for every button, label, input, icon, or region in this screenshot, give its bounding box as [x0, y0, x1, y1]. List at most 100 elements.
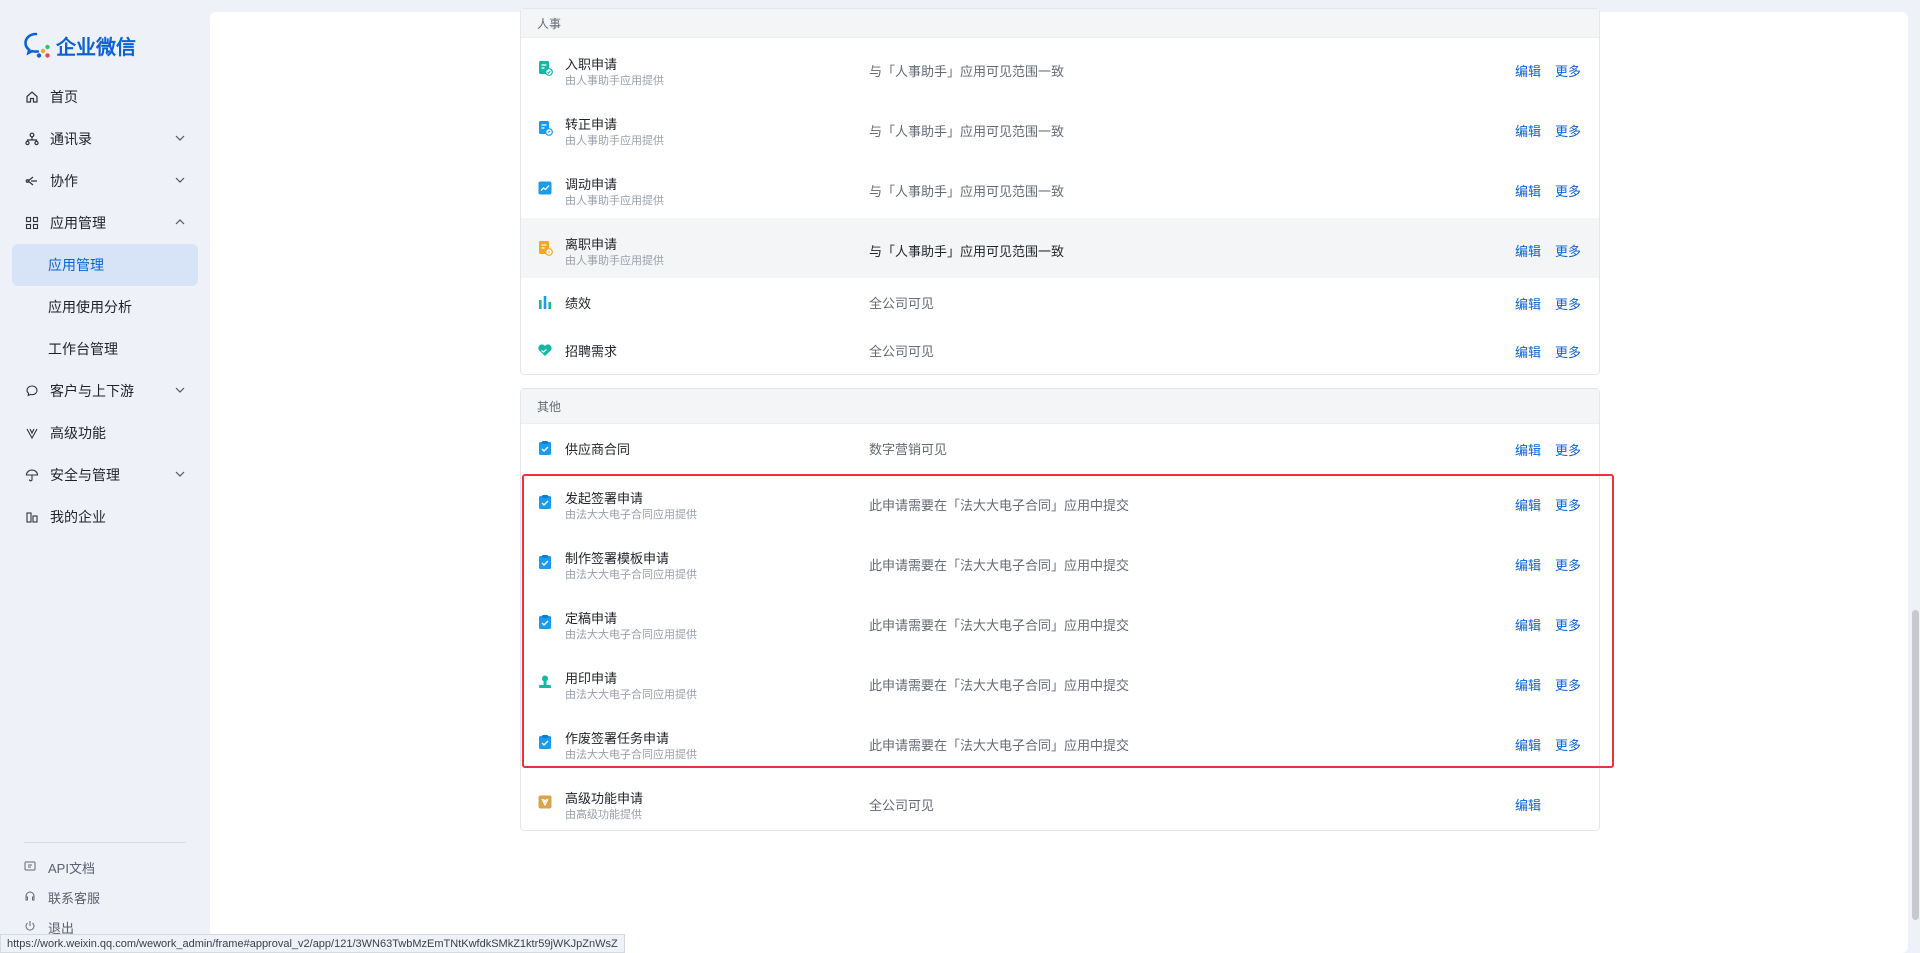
approval-scope: 全公司可见 — [869, 344, 935, 359]
edit-link[interactable]: 编辑 — [1515, 181, 1541, 200]
edit-link[interactable]: 编辑 — [1515, 121, 1541, 140]
approval-name: 发起签署申请 — [565, 491, 644, 506]
sidebar-item-customers[interactable]: 客户与上下游 — [12, 370, 198, 412]
status-url: https://work.weixin.qq.com/wework_admin/… — [0, 934, 625, 953]
clipboard-check-icon — [537, 614, 553, 630]
approval-row: 入职申请 由人事助手应用提供 与「人事助手」应用可见范围一致 编辑 更多 — [521, 38, 1599, 98]
approval-name: 作废签署任务申请 — [565, 731, 670, 746]
sidebar-divider — [24, 842, 186, 843]
sidebar-item-app-management[interactable]: 应用管理 — [12, 244, 198, 286]
approval-row: 发起签署申请 由法大大电子合同应用提供 此申请需要在「法大大电子合同」应用中提交… — [521, 472, 1599, 532]
approval-row: 作废签署任务申请 由法大大电子合同应用提供 此申请需要在「法大大电子合同」应用中… — [521, 712, 1599, 772]
approval-row: 转正申请 由人事助手应用提供 与「人事助手」应用可见范围一致 编辑 更多 — [521, 98, 1599, 158]
approval-provider: 由人事助手应用提供 — [565, 195, 664, 207]
sidebar-item-app-analytics[interactable]: 应用使用分析 — [12, 286, 198, 328]
resign-doc-icon — [537, 240, 553, 256]
edit-link[interactable]: 编辑 — [1515, 342, 1541, 361]
approval-name: 供应商合同 — [565, 442, 631, 457]
approval-scope: 与「人事助手」应用可见范围一致 — [869, 184, 1065, 199]
approval-name: 绩效 — [565, 296, 592, 311]
approval-row: 离职申请 由人事助手应用提供 与「人事助手」应用可见范围一致 编辑 更多 — [521, 218, 1599, 278]
sidebar-item-label: 通讯录 — [50, 131, 92, 147]
onboard-doc-icon — [537, 60, 553, 76]
more-link[interactable]: 更多 — [1555, 181, 1581, 200]
approval-row: 调动申请 由人事助手应用提供 与「人事助手」应用可见范围一致 编辑 更多 — [521, 158, 1599, 218]
approval-row: 高级功能申请 由高级功能提供 全公司可见 编辑 — [521, 772, 1599, 830]
more-link[interactable]: 更多 — [1555, 675, 1581, 694]
sidebar-item-contacts[interactable]: 通讯录 — [12, 118, 198, 160]
more-link[interactable]: 更多 — [1555, 294, 1581, 313]
approval-row: 用印申请 由法大大电子合同应用提供 此申请需要在「法大大电子合同」应用中提交 编… — [521, 652, 1599, 712]
sidebar-item-label: 应用管理 — [50, 215, 106, 231]
sidebar-item-security[interactable]: 安全与管理 — [12, 454, 198, 496]
more-link[interactable]: 更多 — [1555, 61, 1581, 80]
more-link[interactable]: 更多 — [1555, 440, 1581, 459]
chevron-down-icon — [175, 471, 185, 477]
approval-name: 转正申请 — [565, 117, 618, 132]
sidebar-item-home[interactable]: 首页 — [12, 76, 198, 118]
company-icon — [24, 509, 40, 525]
advanced-icon — [24, 425, 40, 441]
sidebar-item-collab[interactable]: 协作 — [12, 160, 198, 202]
chevron-down-icon — [175, 387, 185, 393]
edit-link[interactable]: 编辑 — [1515, 615, 1541, 634]
approval-scope: 全公司可见 — [869, 296, 935, 311]
regular-doc-icon — [537, 120, 553, 136]
approval-row: 制作签署模板申请 由法大大电子合同应用提供 此申请需要在「法大大电子合同」应用中… — [521, 532, 1599, 592]
home-icon — [24, 89, 40, 105]
clipboard-check-icon — [537, 494, 553, 510]
sidebar-item-workbench[interactable]: 工作台管理 — [12, 328, 198, 370]
edit-link[interactable]: 编辑 — [1515, 555, 1541, 574]
more-link[interactable]: 更多 — [1555, 121, 1581, 140]
approval-row: 供应商合同 数字营销可见 编辑 更多 — [521, 424, 1599, 472]
approval-provider: 由人事助手应用提供 — [565, 75, 664, 87]
vertical-scrollbar[interactable] — [1912, 610, 1919, 920]
sidebar-item-my-company[interactable]: 我的企业 — [12, 496, 198, 538]
sidebar-item-advanced[interactable]: 高级功能 — [12, 412, 198, 454]
edit-link[interactable]: 编辑 — [1515, 241, 1541, 260]
edit-link[interactable]: 编辑 — [1515, 440, 1541, 459]
api-docs-link[interactable]: API文档 — [12, 852, 198, 882]
more-link[interactable]: 更多 — [1555, 241, 1581, 260]
edit-link[interactable]: 编辑 — [1515, 294, 1541, 313]
contact-support-link[interactable]: 联系客服 — [12, 882, 198, 912]
approval-scope: 全公司可见 — [869, 798, 935, 813]
sidebar-item-label: 安全与管理 — [50, 467, 120, 483]
umbrella-icon — [24, 467, 40, 483]
more-link[interactable]: 更多 — [1555, 555, 1581, 574]
more-link[interactable]: 更多 — [1555, 615, 1581, 634]
edit-link[interactable]: 编辑 — [1515, 675, 1541, 694]
chat-icon — [24, 383, 40, 399]
app-logo[interactable]: 企业微信 — [22, 30, 136, 60]
section-hr: 人事 入职申请 由人事助手应用提供 与「人事助手」应用可见范围一致 编辑 更多 … — [520, 8, 1600, 375]
sidebar-item-apps[interactable]: 应用管理 — [12, 202, 198, 244]
approval-name: 制作签署模板申请 — [565, 551, 670, 566]
edit-link[interactable]: 编辑 — [1515, 795, 1541, 814]
sidebar-item-label: 协作 — [50, 173, 78, 189]
clipboard-check-icon — [537, 734, 553, 750]
approval-row: 招聘需求 全公司可见 编辑 更多 — [521, 326, 1599, 374]
approval-scope: 此申请需要在「法大大电子合同」应用中提交 — [869, 618, 1130, 633]
edit-link[interactable]: 编辑 — [1515, 495, 1541, 514]
headset-icon — [24, 890, 38, 904]
approval-name: 入职申请 — [565, 57, 618, 72]
more-link[interactable]: 更多 — [1555, 495, 1581, 514]
contact-support-label: 联系客服 — [48, 890, 101, 906]
approval-scope: 数字营销可见 — [869, 442, 948, 457]
chevron-down-icon — [175, 135, 185, 141]
sidebar: 企业微信 首页 通讯录 协作 应用管理 应用管理 应用使用分析 工作台管理 客户… — [0, 0, 210, 953]
approval-provider: 由法大大电子合同应用提供 — [565, 569, 697, 581]
sidebar-bottom-links: API文档 联系客服 退出 — [12, 852, 198, 942]
approval-name: 高级功能申请 — [565, 791, 644, 806]
sidebar-item-label: 工作台管理 — [48, 341, 118, 357]
org-icon — [24, 131, 40, 147]
approval-row: 定稿申请 由法大大电子合同应用提供 此申请需要在「法大大电子合同」应用中提交 编… — [521, 592, 1599, 652]
edit-link[interactable]: 编辑 — [1515, 61, 1541, 80]
more-link[interactable]: 更多 — [1555, 735, 1581, 754]
approval-scope: 此申请需要在「法大大电子合同」应用中提交 — [869, 558, 1130, 573]
more-link[interactable]: 更多 — [1555, 342, 1581, 361]
approval-name: 调动申请 — [565, 177, 618, 192]
edit-link[interactable]: 编辑 — [1515, 735, 1541, 754]
clipboard-check-icon — [537, 440, 553, 456]
wecom-logo-icon — [24, 32, 50, 58]
